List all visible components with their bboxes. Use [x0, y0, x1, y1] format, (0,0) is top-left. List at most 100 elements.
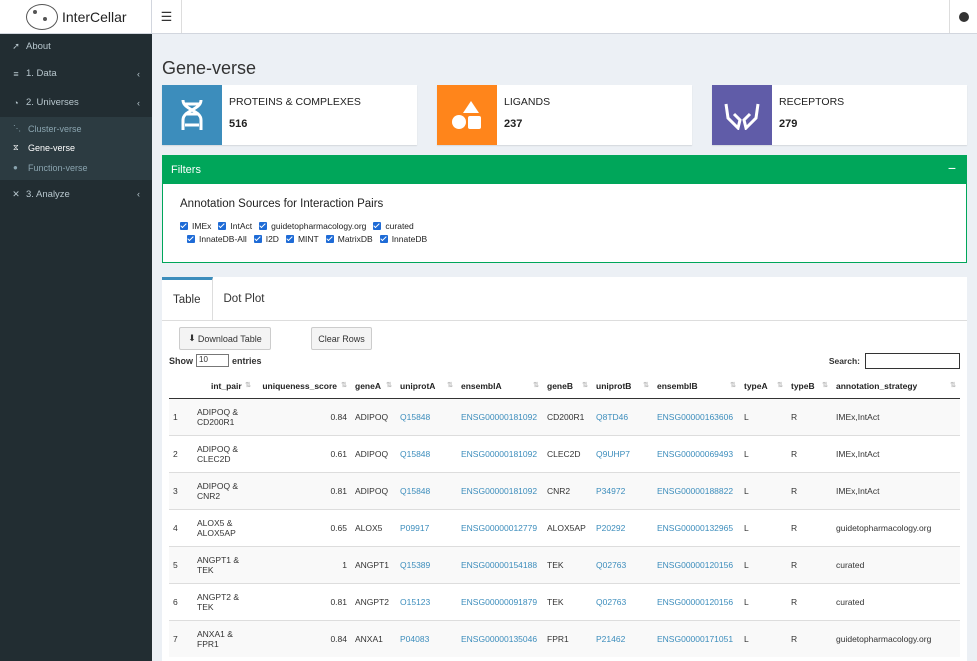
table-cell[interactable]: ENSG00000132965 — [653, 508, 740, 546]
table-row[interactable]: 1 ADIPOQ & CD200R1 0.84 ADIPOQ Q15848 ENSG000… — [169, 397, 960, 435]
table-cell[interactable]: ENSG00000171051 — [653, 619, 740, 657]
table-cell[interactable]: ENSG00000188822 — [653, 471, 740, 509]
column-header[interactable]: uniqueness_score ⇅ — [255, 374, 351, 399]
checkbox-label: IntAct — [230, 220, 253, 231]
table-row[interactable]: 3 ADIPOQ & CNR2 0.81 ADIPOQ Q15848 ENSG000001… — [169, 471, 960, 509]
table-cell[interactable]: ENSG00000154188 — [457, 545, 543, 583]
annotation-checkbox[interactable]: I2D — [253, 234, 279, 244]
table-cell[interactable]: P09917 — [396, 508, 457, 546]
annotation-checkbox[interactable]: InnateDB — [379, 233, 428, 244]
tab-table[interactable]: Table — [162, 277, 213, 320]
clear-rows-button[interactable]: Clear Rows — [311, 327, 372, 350]
column-header[interactable]: geneA ⇅ — [351, 374, 396, 399]
column-header[interactable]: ensemblA ⇅ — [457, 374, 543, 399]
table-row[interactable]: 5 ANGPT1 & TEK 1 ANGPT1 Q15389 ENSG0000015418… — [169, 545, 960, 583]
table-cell[interactable]: P04083 — [396, 619, 457, 657]
table-cell[interactable]: P21462 — [592, 619, 653, 657]
checkbox-checked-icon[interactable] — [285, 234, 294, 243]
checkbox-checked-icon[interactable] — [325, 234, 334, 243]
logo-area[interactable]: InterCellar — [0, 0, 152, 34]
table-cell[interactable]: Q9UHP7 — [592, 434, 653, 472]
checkbox-label: InnateDB — [391, 233, 428, 244]
table-cell[interactable]: ENSG00000181092 — [457, 434, 543, 472]
table-cell[interactable]: ENSG00000120156 — [653, 545, 740, 583]
checkbox-label: MINT — [297, 233, 319, 244]
sidebar-item-analyze[interactable]: ✕ 3. Analyze ‹ — [0, 180, 152, 209]
table-row[interactable]: 4 ALOX5 & ALOX5AP 0.65 ALOX5 P09917 ENSG00000… — [169, 508, 960, 546]
sidebar-item-function-verse[interactable]: ● Function-verse — [0, 158, 152, 178]
table-cell[interactable]: ENSG00000163606 — [653, 397, 740, 435]
analyze-icon: ✕ — [12, 188, 20, 199]
sidebar-item-universes[interactable]: ◔ 2. Universes ‹ — [0, 88, 152, 117]
download-table-button[interactable]: ⬇ Download Table — [179, 327, 271, 350]
checkbox-checked-icon[interactable] — [180, 221, 188, 230]
table-cell[interactable]: Q02763 — [592, 545, 653, 583]
table-cell: R — [787, 619, 832, 657]
table-cell[interactable]: ENSG00000069493 — [653, 434, 740, 472]
column-header[interactable]: geneB ⇅ — [543, 374, 592, 399]
sidebar-item-cluster-verse[interactable]: ⋱ Cluster-verse — [0, 119, 152, 139]
table-cell[interactable]: ENSG00000012779 — [457, 508, 543, 546]
table-row[interactable]: 2 ADIPOQ & CLEC2D 0.61 ADIPOQ Q15848 ENSG0000… — [169, 434, 960, 472]
table-cell: FPR1 — [543, 619, 592, 657]
table-cell[interactable]: ENSG00000120156 — [653, 582, 740, 620]
hamburger-icon[interactable]: ☰ — [152, 0, 182, 33]
column-header[interactable]: ensemblB ⇅ — [653, 374, 740, 399]
table-cell[interactable]: P20292 — [592, 508, 653, 546]
table-cell[interactable]: ENSG00000181092 — [457, 471, 543, 509]
table-cell[interactable]: ENSG00000091879 — [457, 582, 543, 620]
column-header[interactable]: int_pair ⇅ — [193, 374, 255, 399]
table-cell[interactable]: O15123 — [396, 582, 457, 620]
checkbox-checked-icon[interactable] — [373, 221, 382, 230]
annotation-checkbox[interactable]: InnateDB-All — [187, 234, 247, 244]
checkbox-checked-icon[interactable] — [379, 234, 388, 243]
table-cell[interactable]: Q15848 — [396, 397, 457, 435]
checkbox-checked-icon[interactable] — [218, 221, 227, 230]
sidebar-item-label: Gene-verse — [28, 143, 76, 154]
table-cell[interactable]: Q15389 — [396, 545, 457, 583]
column-header[interactable]: typeB ⇅ — [787, 374, 832, 399]
annotation-checkbox[interactable]: IMEx — [180, 221, 211, 231]
table-cell: IMEx,IntAct — [832, 471, 960, 509]
table-cell[interactable]: ENSG00000181092 — [457, 397, 543, 435]
tab-box: Table Dot Plot ⬇ Download Table Clear Ro… — [162, 277, 967, 661]
annotation-checkbox[interactable]: IntAct — [218, 221, 252, 231]
github-icon[interactable] — [949, 0, 977, 33]
table-cell[interactable]: P34972 — [592, 471, 653, 509]
sidebar-item-label: Function-verse — [28, 162, 88, 173]
page-length-select[interactable]: 10 — [196, 354, 229, 367]
checkbox-label: IMEx — [192, 220, 212, 231]
table-row[interactable]: 6 ANGPT2 & TEK 0.81 ANGPT2 O15123 ENSG0000009… — [169, 582, 960, 620]
sidebar-item-data[interactable]: ≡ 1. Data ‹ — [0, 59, 152, 88]
annotation-checkbox[interactable]: curated — [373, 221, 414, 231]
table-row[interactable]: 7 ANXA1 & FPR1 0.84 ANXA1 P04083 ENSG00000135… — [169, 619, 960, 657]
annotation-checkbox[interactable]: guidetopharmacology.org — [259, 221, 366, 231]
minimize-icon[interactable]: − — [948, 160, 956, 176]
table-cell: IMEx,IntAct — [832, 434, 960, 472]
column-header[interactable]: uniprotB ⇅ — [592, 374, 653, 399]
table-cell: ANXA1 — [351, 619, 396, 657]
checkbox-checked-icon[interactable] — [259, 221, 268, 230]
table-cell[interactable]: Q15848 — [396, 471, 457, 509]
table-cell: ANGPT1 — [351, 545, 396, 583]
filters-subtitle: Annotation Sources for Interaction Pairs — [180, 198, 384, 210]
column-header[interactable]: typeA ⇅ — [740, 374, 787, 399]
table-cell[interactable]: Q15848 — [396, 434, 457, 472]
column-header[interactable] — [169, 374, 193, 399]
tab-dot-plot[interactable]: Dot Plot — [213, 277, 276, 320]
table-cell: L — [740, 471, 787, 509]
table-cell[interactable]: Q02763 — [592, 582, 653, 620]
app-title: InterCellar — [62, 8, 127, 25]
sidebar-item-about[interactable]: ➚ About — [0, 34, 152, 59]
sidebar-item-label: 2. Universes — [26, 97, 79, 108]
column-header[interactable]: uniprotA ⇅ — [396, 374, 457, 399]
annotation-checkbox[interactable]: MINT — [285, 233, 319, 244]
sidebar-item-gene-verse[interactable]: ⧖ Gene-verse — [0, 139, 152, 159]
table-cell[interactable]: Q8TD46 — [592, 397, 653, 435]
search-input[interactable] — [865, 353, 960, 369]
checkbox-checked-icon[interactable] — [253, 234, 262, 243]
checkbox-checked-icon[interactable] — [187, 234, 195, 243]
annotation-checkbox[interactable]: MatrixDB — [325, 234, 373, 244]
column-header[interactable]: annotation_strategy ⇅ — [832, 374, 960, 399]
table-cell[interactable]: ENSG00000135046 — [457, 619, 543, 657]
